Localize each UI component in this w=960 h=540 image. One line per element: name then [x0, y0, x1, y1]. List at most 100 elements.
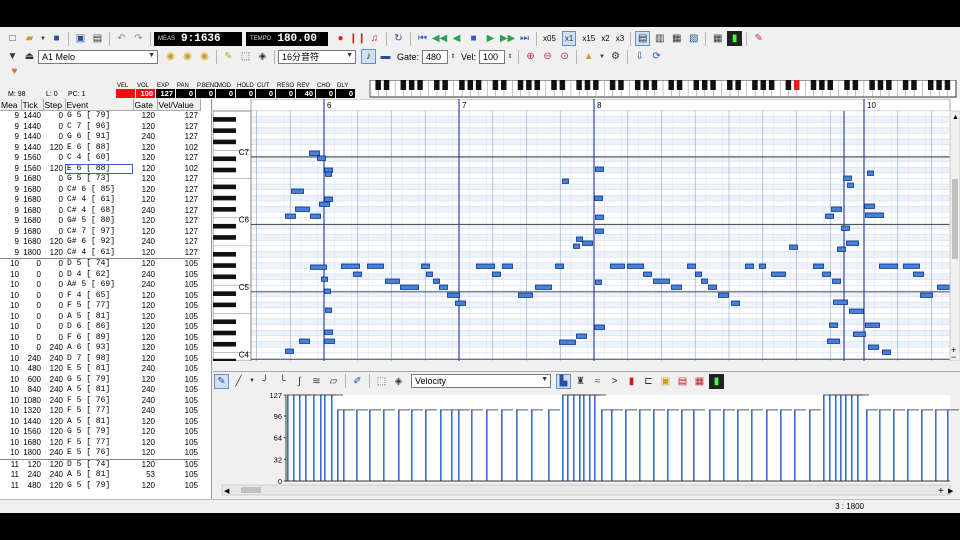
- event-cell[interactable]: 120: [133, 122, 157, 133]
- roll-row[interactable]: [251, 111, 950, 117]
- drum-view-icon[interactable]: ▧: [686, 31, 701, 46]
- column-header[interactable]: Vel/Value: [157, 99, 201, 111]
- event-cell[interactable]: 120: [133, 481, 157, 492]
- event-row[interactable]: 9 1680 120 G# 6 [ 92] 240 127: [0, 237, 200, 248]
- event-cell[interactable]: 9: [0, 143, 21, 154]
- mini-key-black[interactable]: [408, 80, 415, 90]
- black-key[interactable]: [213, 167, 236, 173]
- event-cell[interactable]: 105: [157, 301, 200, 312]
- event-cell[interactable]: 1440: [21, 122, 43, 133]
- pencil-icon[interactable]: ✎: [221, 49, 236, 64]
- note[interactable]: [867, 170, 874, 176]
- note[interactable]: [853, 331, 866, 337]
- note[interactable]: [627, 263, 644, 269]
- event-row[interactable]: 9 1560 120 E 6 [ 88] 120 102: [0, 163, 200, 174]
- zoom-minus-icon[interactable]: −: [951, 352, 956, 362]
- event-row[interactable]: 10 0 0 D 6 [ 86] 120 105: [0, 322, 200, 333]
- event-cell[interactable]: 105: [157, 312, 200, 323]
- event-cell[interactable]: 120: [133, 322, 157, 333]
- velocity-bar[interactable]: [611, 409, 613, 481]
- note[interactable]: [832, 278, 841, 284]
- note[interactable]: [439, 284, 448, 290]
- black-key[interactable]: [213, 291, 236, 296]
- roll-row[interactable]: [251, 330, 950, 336]
- event-cell[interactable]: 120: [133, 111, 157, 122]
- event-cell[interactable]: 127: [157, 195, 200, 206]
- event-cell[interactable]: 120: [133, 312, 157, 323]
- velocity-bar[interactable]: [320, 395, 322, 481]
- rewind-icon[interactable]: ◀◀: [432, 31, 447, 46]
- note[interactable]: [594, 195, 603, 201]
- note[interactable]: [837, 246, 846, 252]
- velocity-bar[interactable]: [709, 409, 711, 481]
- mini-key-black[interactable]: [584, 80, 591, 90]
- event-cell[interactable]: 120: [133, 216, 157, 227]
- velocity-bar[interactable]: [573, 395, 575, 481]
- velocity-bar[interactable]: [857, 395, 859, 481]
- link-3-icon[interactable]: ◉: [197, 49, 212, 64]
- roll-row[interactable]: [251, 127, 950, 134]
- event-row[interactable]: 9 1440 0 G 6 [ 91] 240 127: [0, 132, 200, 143]
- event-cell[interactable]: 0: [43, 216, 65, 227]
- event-row[interactable]: 10 480 120 E 5 [ 81] 240 105: [0, 364, 200, 375]
- event-row[interactable]: 11 120 120 D 5 [ 74] 120 105: [0, 458, 200, 470]
- note[interactable]: [476, 263, 495, 269]
- column-header[interactable]: Event: [65, 99, 134, 111]
- column-header[interactable]: Mea: [0, 99, 22, 111]
- event-cell[interactable]: 127: [157, 185, 200, 196]
- import-icon[interactable]: ⇩: [632, 49, 647, 64]
- piano-roll-view-icon[interactable]: ▦: [669, 31, 684, 46]
- note[interactable]: [595, 214, 604, 220]
- velocity-bar[interactable]: [313, 395, 315, 481]
- event-cell[interactable]: 120: [43, 438, 65, 449]
- event-cell[interactable]: 105: [157, 280, 200, 291]
- event-cell[interactable]: 240: [133, 280, 157, 291]
- event-cell[interactable]: 1680: [21, 237, 43, 248]
- loop-icon[interactable]: ↻: [391, 31, 406, 46]
- event-cell[interactable]: 120: [133, 301, 157, 312]
- event-cell[interactable]: 102: [157, 143, 200, 154]
- event-cell[interactable]: G# 6 [ 92]: [65, 237, 133, 248]
- velocity-bar[interactable]: [893, 409, 895, 481]
- black-key[interactable]: [213, 252, 236, 257]
- event-cell[interactable]: 120: [133, 448, 157, 459]
- event-cell[interactable]: 105: [157, 406, 200, 417]
- speed-x3-button[interactable]: x3: [616, 34, 624, 43]
- event-cell[interactable]: 10: [0, 333, 21, 344]
- event-cell[interactable]: 1680: [21, 227, 43, 238]
- event-cell[interactable]: 0: [43, 227, 65, 238]
- event-cell[interactable]: D 6 [ 86]: [65, 322, 133, 333]
- event-cell[interactable]: 120: [133, 153, 157, 164]
- mini-key-black[interactable]: [492, 80, 499, 90]
- event-row[interactable]: 10 0 0 F 5 [ 77] 120 105: [0, 301, 200, 312]
- event-cell[interactable]: 240: [43, 343, 65, 354]
- roll-row[interactable]: [251, 347, 950, 353]
- velocity-bar[interactable]: [851, 395, 853, 481]
- event-cell[interactable]: 127: [157, 122, 200, 133]
- brush-icon[interactable]: ✐: [350, 374, 365, 389]
- roll-row[interactable]: [251, 139, 950, 145]
- event-cell[interactable]: 0: [43, 280, 65, 291]
- open-dropdown-icon[interactable]: ▼: [39, 31, 47, 46]
- column-header[interactable]: Tick: [21, 99, 44, 111]
- velocity-bar[interactable]: [866, 409, 868, 481]
- event-cell[interactable]: 9: [0, 153, 21, 164]
- note[interactable]: [291, 188, 304, 194]
- note[interactable]: [400, 284, 419, 290]
- mixer-meter[interactable]: [116, 89, 135, 98]
- event-cell[interactable]: 0: [43, 153, 65, 164]
- mini-key-black[interactable]: [417, 80, 423, 90]
- mini-key-black[interactable]: [442, 80, 448, 90]
- velocity-bar[interactable]: [829, 395, 831, 481]
- event-cell[interactable]: 10: [0, 312, 21, 323]
- event-cell[interactable]: 11: [0, 481, 21, 492]
- note[interactable]: [582, 240, 593, 246]
- velocity-bar[interactable]: [681, 409, 683, 481]
- event-cell[interactable]: 10: [0, 354, 21, 365]
- event-cell[interactable]: 105: [157, 481, 200, 492]
- note[interactable]: [310, 213, 321, 219]
- velocity-bar[interactable]: [411, 409, 413, 481]
- event-cell[interactable]: 10: [0, 396, 21, 407]
- note[interactable]: [695, 271, 702, 277]
- event-cell[interactable]: 10: [0, 301, 21, 312]
